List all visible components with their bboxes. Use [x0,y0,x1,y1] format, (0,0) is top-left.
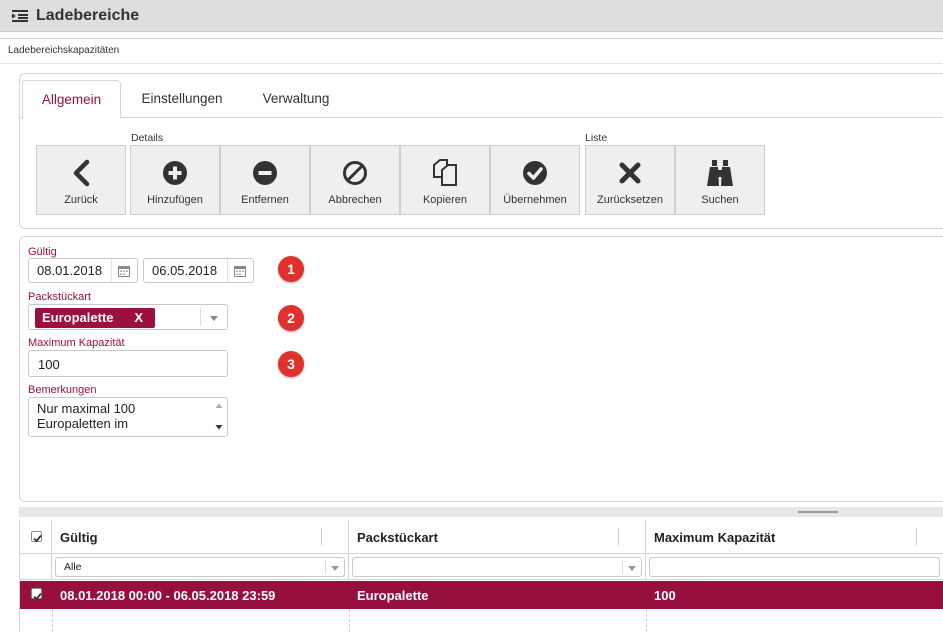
gueltig-label: Gültig [28,246,57,258]
chevron-down-icon[interactable] [628,566,636,571]
date-to-value: 06.05.2018 [152,263,218,278]
date-from-value: 08.01.2018 [37,263,103,278]
column-header-divider [618,528,619,545]
ban-icon [311,160,399,186]
annotation-badge-1: 1 [278,256,304,282]
textarea-line: Nur maximal 100 [37,401,136,416]
chevron-left-icon [37,159,125,187]
reset-button[interactable]: Zurücksetzen [585,145,675,215]
apply-button[interactable]: Übernehmen [490,145,580,215]
tab-verwaltung[interactable]: Verwaltung [247,80,345,118]
splitter-grip[interactable] [798,511,838,513]
bemerkungen-textarea[interactable]: Nur maximal 100 Europaletten im [28,397,228,437]
copy-icon [401,159,489,186]
filter-max-kapazitaet-input[interactable] [649,557,940,577]
max-kapazitaet-input[interactable]: 100 [28,350,228,377]
calendar-icon[interactable] [118,265,130,280]
cell-gueltig: 08.01.2018 00:00 - 06.05.2018 23:59 [60,588,276,603]
filter-cell-max-kapazitaet [646,554,943,580]
filter-divider [622,560,623,574]
column-header-divider [916,528,917,545]
packstueckart-select[interactable]: Europalette X [28,304,228,330]
textarea-line: Europaletten im [37,416,129,431]
check-circle-icon [491,160,579,186]
copy-button-label: Kopieren [422,194,468,206]
filter-packstueckart-select[interactable] [352,557,642,577]
back-button[interactable]: Zurück [36,145,126,215]
title-bar: Ladebereiche [0,0,943,32]
column-header-max-kapazitaet[interactable]: Maximum Kapazität [646,520,943,554]
data-grid: Gültig Packstückart Maximum Kapazität Al… [19,520,943,632]
tab-strip: Allgemein Einstellungen Verwaltung [20,80,943,119]
x-icon [586,160,674,186]
date-from-input[interactable]: 08.01.2018 [28,258,138,283]
bemerkungen-label: Bemerkungen [28,384,97,396]
column-divider [349,609,350,632]
page-title: Ladebereiche [36,6,140,24]
select-all-checkbox[interactable] [31,531,42,543]
column-header-label: Maximum Kapazität [654,530,776,545]
chip-remove-icon[interactable]: X [134,310,143,325]
filter-cell-empty [20,554,52,580]
input-divider [111,259,112,282]
filter-cell-gueltig: Alle [52,554,349,580]
binoculars-icon [676,160,764,186]
select-divider [200,308,201,326]
panel-splitter[interactable] [19,507,943,517]
breadcrumb: Ladebereichskapazitäten [0,38,943,64]
toolbar-panel: Allgemein Einstellungen Verwaltung Detai… [19,73,943,229]
column-header-label: Packstückart [357,530,438,545]
group-label-liste: Liste [585,132,608,144]
textarea-scrollbar[interactable] [211,398,227,436]
selected-chip: Europalette X [35,308,155,328]
select-all-header [20,520,52,554]
add-button[interactable]: Hinzufügen [130,145,220,215]
list-indent-icon [12,9,28,23]
filter-cell-packstueckart [349,554,646,580]
search-button-label: Suchen [701,194,739,206]
column-header-label: Gültig [60,530,98,545]
column-header-gueltig[interactable]: Gültig [52,520,349,554]
cell-max-kapazitaet: 100 [654,588,676,603]
chevron-down-icon[interactable] [210,316,218,321]
remove-button-label: Entfernen [241,194,289,206]
max-kapazitaet-label: Maximum Kapazität [28,337,125,349]
back-button-label: Zurück [64,194,98,206]
input-divider [227,259,228,282]
tab-einstellungen[interactable]: Einstellungen [126,80,238,118]
row-checkbox[interactable] [31,588,42,601]
add-button-label: Hinzufügen [147,194,203,206]
filter-divider [325,560,326,574]
remove-button[interactable]: Entfernen [220,145,310,215]
column-divider [646,609,647,632]
chevron-down-icon[interactable] [331,566,339,571]
filter-gueltig-select[interactable]: Alle [55,557,345,577]
calendar-icon[interactable] [234,265,246,280]
tab-allgemein[interactable]: Allgemein [22,80,121,119]
cancel-button-label: Abbrechen [328,194,382,206]
chip-label: Europalette [42,310,114,325]
column-divider [52,609,53,632]
reset-button-label: Zurücksetzen [596,194,664,206]
cell-packstueckart: Europalette [357,588,429,603]
copy-button[interactable]: Kopieren [400,145,490,215]
table-row[interactable]: 08.01.2018 00:00 - 06.05.2018 23:59 Euro… [20,581,943,609]
annotation-badge-3: 3 [278,351,304,377]
packstueckart-label: Packstückart [28,291,91,303]
column-header-packstueckart[interactable]: Packstückart [349,520,646,554]
search-button[interactable]: Suchen [675,145,765,215]
group-label-details: Details [131,132,164,144]
plus-circle-icon [131,160,219,186]
annotation-badge-2: 2 [278,305,304,331]
date-to-input[interactable]: 06.05.2018 [143,258,254,283]
column-header-divider [321,528,322,545]
minus-circle-icon [221,160,309,186]
apply-button-label: Übernehmen [503,194,567,206]
filter-value: Alle [64,561,82,573]
cancel-button[interactable]: Abbrechen [310,145,400,215]
